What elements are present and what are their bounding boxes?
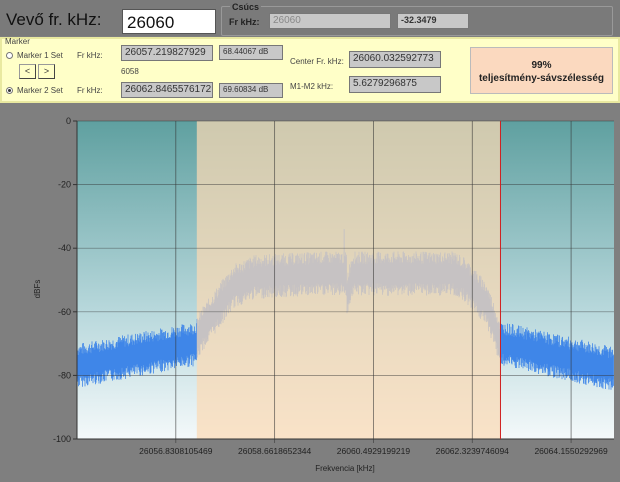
x-axis-label: Frekvencia [kHz]	[315, 464, 375, 473]
bandwidth-99-button[interactable]: 99% teljesítmény-sávszélesség	[470, 47, 613, 94]
peak-freq-field: 26060	[269, 13, 391, 29]
marker1-fr-label: Fr kHz:	[77, 51, 103, 60]
marker1-label[interactable]: Marker 1 Set	[17, 51, 63, 60]
marker1-freq-field[interactable]: 26057.219827929	[121, 45, 213, 61]
center-freq-label: Center Fr. kHz:	[290, 57, 344, 66]
center-freq-field: 26060.032592773	[349, 51, 441, 68]
spectrum-chart[interactable]: 0 -20 -40 -60 -80 -100 26056.8308105469 26058.6…	[0, 104, 620, 482]
marker2-db-field: 69.60834 dB	[219, 83, 283, 98]
marker2-radio[interactable]	[6, 87, 13, 94]
next-button[interactable]: >	[38, 64, 55, 79]
y-tick-label: -40	[58, 243, 71, 253]
y-tick-label: -20	[58, 180, 71, 190]
peak-fr-label: Fr kHz:	[229, 17, 260, 27]
peak-level-field: -32.3479	[397, 13, 469, 29]
diff-field: 5.6279296875	[349, 76, 441, 93]
x-tick-label: 26058.6618652344	[238, 446, 312, 456]
receiver-freq-input[interactable]: 26060	[122, 9, 216, 34]
bandwidth-line1: 99%	[531, 60, 552, 71]
diff-label: M1-M2 kHz:	[290, 82, 334, 91]
y-tick-label: 0	[66, 116, 71, 126]
prev-button[interactable]: <	[19, 64, 36, 79]
marker-step-value: 6058	[121, 67, 139, 76]
x-tick-label: 26056.8308105469	[139, 446, 213, 456]
marker2-freq-field[interactable]: 26062.8465576172	[121, 82, 213, 98]
marker2-label[interactable]: Marker 2 Set	[17, 86, 63, 95]
receiver-freq-label: Vevő fr. kHz:	[6, 10, 102, 29]
y-tick-label: -80	[58, 370, 71, 380]
marker-title: Marker	[5, 37, 30, 46]
x-tick-label: 26060.4929199219	[337, 446, 411, 456]
y-axis-label: dBFs	[33, 280, 42, 299]
bandwidth-line2: teljesítmény-sávszélesség	[478, 73, 605, 84]
y-tick-label: -100	[53, 434, 71, 444]
x-tick-label: 26064.1550292969	[534, 446, 608, 456]
marker1-radio[interactable]	[6, 52, 13, 59]
marker1-db-field: 68.44067 dB	[219, 45, 283, 60]
marker2-fr-label: Fr kHz:	[77, 86, 103, 95]
x-tick-label: 26062.3239746094	[436, 446, 510, 456]
y-tick-label: -60	[58, 307, 71, 317]
peak-title: Csúcs	[230, 2, 262, 12]
bandwidth-region	[196, 121, 501, 439]
